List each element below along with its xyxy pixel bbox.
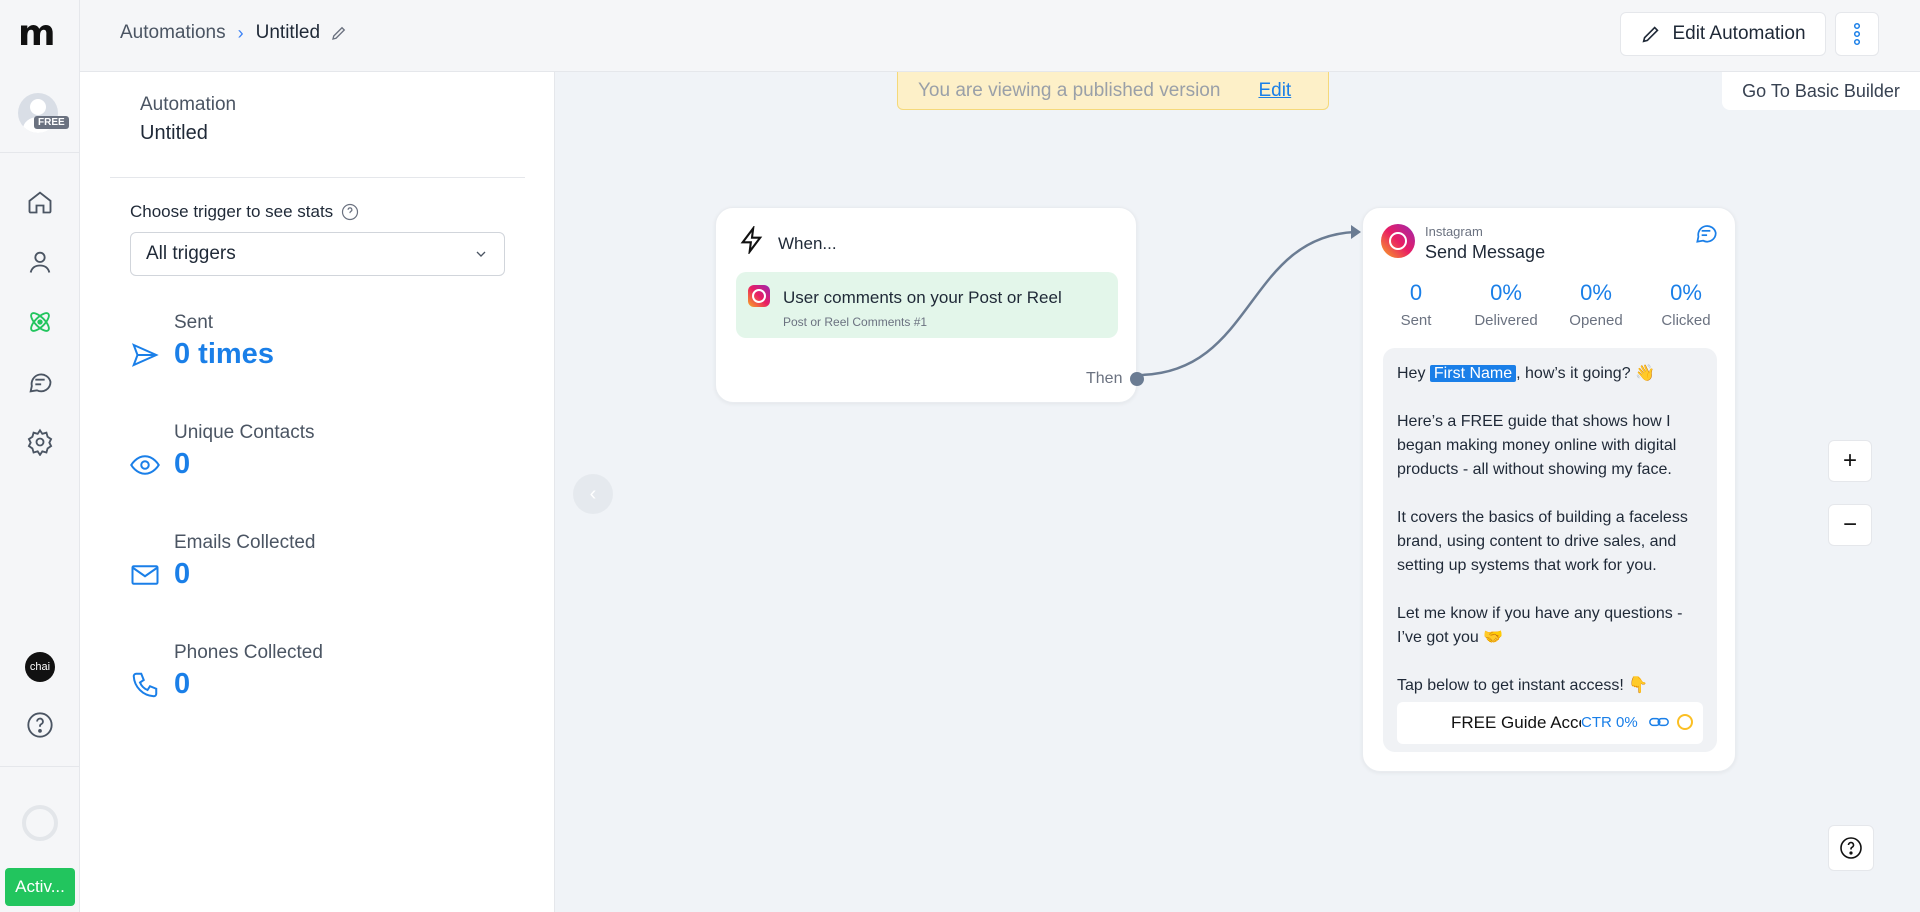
automations-icon[interactable] — [24, 306, 56, 338]
metric-sent: 0 Sent — [1371, 280, 1461, 329]
status-circle-icon — [1677, 714, 1693, 730]
chat-bubble-icon — [1696, 225, 1717, 243]
home-icon[interactable] — [24, 186, 56, 218]
edit-automation-button[interactable]: Edit Automation — [1620, 12, 1826, 56]
nav-rail: m FREE chai Activ... — [0, 0, 80, 912]
help-icon — [1840, 837, 1862, 859]
edit-automation-label: Edit Automation — [1672, 23, 1806, 44]
top-bar: Automations › Untitled Edit Automation — [80, 0, 1920, 72]
flow-canvas[interactable]: You are viewing a published version Edit… — [555, 72, 1920, 912]
automation-name: Untitled — [140, 122, 208, 144]
metric-delivered: 0% Delivered — [1461, 280, 1551, 329]
then-label: Then — [1086, 370, 1123, 387]
trigger-item-text: User comments on your Post or Reel — [783, 288, 1062, 307]
metric-label: Delivered — [1474, 312, 1538, 329]
chat-icon[interactable] — [24, 366, 56, 398]
contacts-icon[interactable] — [24, 246, 56, 278]
more-options-button[interactable] — [1835, 12, 1879, 56]
send-icon — [131, 343, 159, 367]
panel-divider — [110, 177, 525, 178]
trigger-item-subtext: Post or Reel Comments #1 — [783, 315, 928, 329]
metric-opened: 0% Opened — [1551, 280, 1641, 329]
message-paragraph: Here’s a FREE guide that shows how I beg… — [1397, 413, 1677, 478]
message-greeting: Hey First Name, how’s it going? 👋 — [1397, 362, 1703, 386]
platform-label: Instagram — [1425, 224, 1483, 239]
zoom-out-button[interactable]: − — [1828, 504, 1872, 546]
trigger-node-title: When... — [778, 234, 837, 253]
stat-label: Sent — [174, 312, 214, 333]
message-paragraph: Let me know if you have any questions - … — [1397, 605, 1683, 646]
loading-spinner — [22, 805, 58, 841]
trigger-item[interactable]: User comments on your Post or Reel Post … — [736, 272, 1118, 338]
connector-handle[interactable] — [1130, 372, 1144, 386]
stat-value: 0 — [174, 558, 191, 590]
first-name-tag: First Name — [1429, 365, 1517, 382]
metric-clicked: 0% Clicked — [1641, 280, 1731, 329]
kebab-icon — [1853, 22, 1861, 46]
metric-value: 0% — [1670, 280, 1702, 305]
stat-phones-collected: Phones Collected 0 — [130, 642, 510, 722]
stat-unique-contacts: Unique Contacts 0 — [130, 422, 510, 502]
account-avatar[interactable]: chai — [25, 652, 55, 682]
trigger-node[interactable]: When... User comments on your Post or Re… — [715, 207, 1137, 403]
info-icon[interactable] — [341, 203, 359, 221]
trigger-select[interactable]: All triggers — [130, 232, 505, 276]
send-message-node[interactable]: Instagram Send Message 0 Sent 0% Delivered… — [1362, 207, 1736, 772]
pencil-icon — [1642, 26, 1660, 43]
stats-panel: Automation Untitled Choose trigger to se… — [80, 72, 555, 912]
lightning-icon — [740, 226, 763, 254]
breadcrumb: Automations › Untitled — [120, 22, 348, 44]
rename-pencil-icon[interactable] — [330, 24, 348, 42]
trigger-stats-label: Choose trigger to see stats — [130, 202, 359, 222]
greeting-prefix: Hey — [1397, 365, 1430, 382]
stat-sent: Sent 0 times — [130, 312, 510, 392]
chevron-right-icon: › — [237, 22, 244, 43]
metric-value: 0% — [1580, 280, 1612, 305]
metric-label: Opened — [1569, 312, 1623, 329]
greeting-suffix: , how’s it going? 👋 — [1516, 365, 1655, 382]
message-node-title: Send Message — [1425, 242, 1546, 262]
instagram-icon — [1381, 224, 1415, 258]
mail-icon — [131, 565, 159, 585]
zoom-in-button[interactable]: + — [1828, 440, 1872, 482]
cta-label: FREE Guide Access — [1451, 713, 1581, 732]
metric-value: 0% — [1490, 280, 1522, 305]
stat-value: 0 times — [174, 338, 274, 370]
metric-value: 0 — [1409, 280, 1423, 305]
canvas-help-button[interactable] — [1828, 825, 1874, 871]
status-button[interactable]: Activ... — [5, 868, 75, 906]
rail-divider — [0, 152, 80, 153]
cta-button[interactable]: FREE Guide Access CTR 0% — [1397, 702, 1703, 744]
phone-icon — [132, 672, 158, 698]
stat-emails-collected: Emails Collected 0 — [130, 532, 510, 612]
help-icon[interactable] — [24, 709, 56, 741]
cta-ctr: CTR 0% — [1581, 714, 1638, 731]
message-paragraph: It covers the basics of building a facel… — [1397, 509, 1688, 574]
breadcrumb-automations[interactable]: Automations — [120, 22, 226, 44]
trigger-stats-text: Choose trigger to see stats — [130, 202, 334, 221]
trigger-select-value: All triggers — [146, 243, 236, 264]
eye-icon — [130, 455, 160, 475]
stat-label: Unique Contacts — [174, 422, 315, 443]
chevron-down-icon — [476, 251, 486, 257]
plan-badge: FREE — [34, 116, 69, 129]
message-metrics: 0 Sent 0% Delivered 0% Opened 0% Clicked — [1371, 280, 1731, 329]
rail-divider — [0, 766, 80, 767]
message-paragraph: Tap below to get instant access! 👇 — [1397, 677, 1649, 694]
panel-section-label: Automation — [140, 94, 237, 115]
instagram-icon — [748, 285, 770, 307]
stat-value: 0 — [174, 448, 191, 480]
stat-value: 0 — [174, 668, 191, 700]
metric-label: Sent — [1400, 312, 1432, 329]
stat-label: Emails Collected — [174, 532, 316, 553]
link-icon — [1649, 717, 1669, 727]
settings-icon[interactable] — [24, 426, 56, 458]
metric-label: Clicked — [1661, 312, 1711, 329]
app-logo[interactable]: m — [18, 16, 62, 52]
stat-label: Phones Collected — [174, 642, 323, 663]
breadcrumb-current: Untitled — [255, 22, 321, 43]
message-bubble: Hey First Name, how’s it going? 👋 Here’s… — [1383, 348, 1717, 752]
